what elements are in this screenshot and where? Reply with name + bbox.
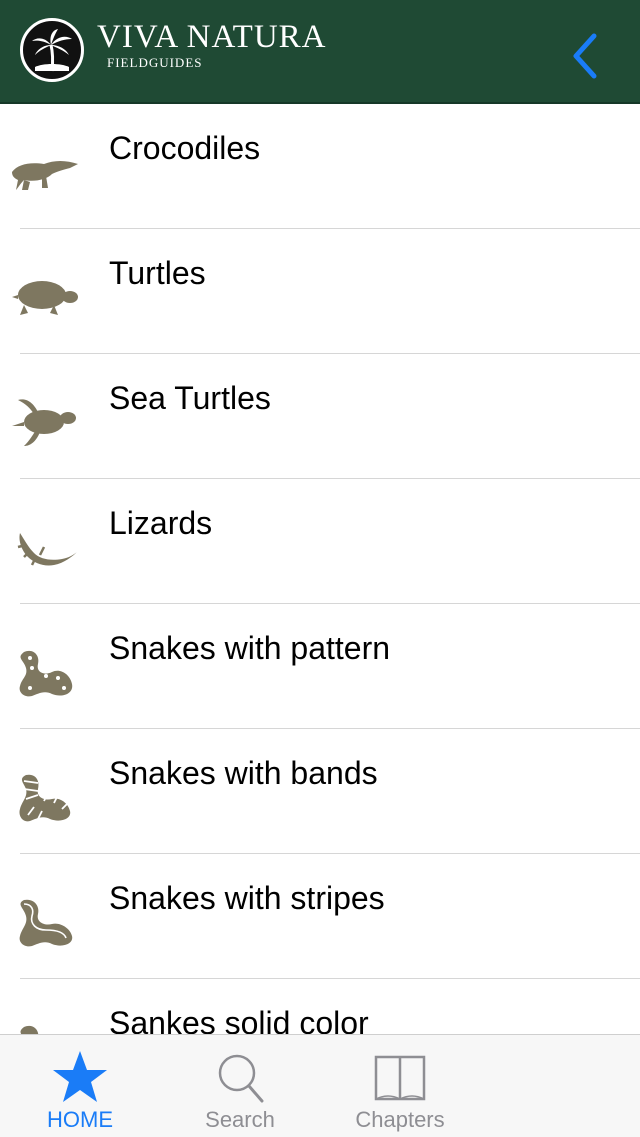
list-item-snakes-pattern[interactable]: Snakes with pattern [0,604,640,729]
app-header: VIVA NATURA FIELDGUIDES [0,0,640,104]
list-item-snakes-bands[interactable]: Snakes with bands [0,729,640,854]
tab-home[interactable]: HOME [0,1035,160,1137]
list-item-snakes-stripes[interactable]: Snakes with stripes [0,854,640,979]
sea-turtle-icon [12,399,76,446]
list-item-label: Turtles [109,255,206,291]
list-item-sea-turtles[interactable]: Sea Turtles [0,354,640,479]
tab-label: Chapters [355,1107,445,1132]
brand-subtitle: FIELDGUIDES [107,55,203,70]
tab-label: Search [205,1107,275,1132]
palm-tree-logo-icon [20,18,84,82]
search-icon [218,1054,264,1103]
list-item-snakes-solid[interactable]: Sankes solid color [0,979,640,1034]
lizard-icon [17,533,78,566]
star-icon [53,1051,107,1102]
list-item-label: Snakes with stripes [109,880,385,916]
list-item-label: Sankes solid color [109,1005,369,1034]
book-icon [374,1055,426,1101]
crocodile-icon [12,161,78,190]
tab-chapters[interactable]: Chapters [320,1035,480,1137]
tab-search[interactable]: Search [160,1035,320,1137]
turtle-icon [12,281,78,315]
list-item-lizards[interactable]: Lizards [0,479,640,604]
list-item-label: Snakes with bands [109,755,378,791]
tab-bar: HOME Search Chapters [0,1034,640,1137]
patterned-snake-icon [19,650,73,697]
list-item-turtles[interactable]: Turtles [0,229,640,354]
striped-snake-icon [19,899,73,947]
back-button[interactable] [562,28,608,84]
list-item-crocodiles[interactable]: Crocodiles [0,104,640,229]
chevron-left-icon [573,33,597,79]
banded-snake-icon [19,774,71,822]
solid-snake-icon [20,1026,39,1034]
list-item-label: Sea Turtles [109,380,271,416]
list-item-label: Lizards [109,505,213,541]
chapter-list: Crocodiles Turtles Sea Turtles Lizards S… [0,104,640,1034]
list-item-label: Crocodiles [109,130,261,166]
brand-title: VIVA NATURA [97,19,327,55]
list-item-label: Snakes with pattern [109,630,391,666]
tab-label: HOME [47,1107,113,1132]
